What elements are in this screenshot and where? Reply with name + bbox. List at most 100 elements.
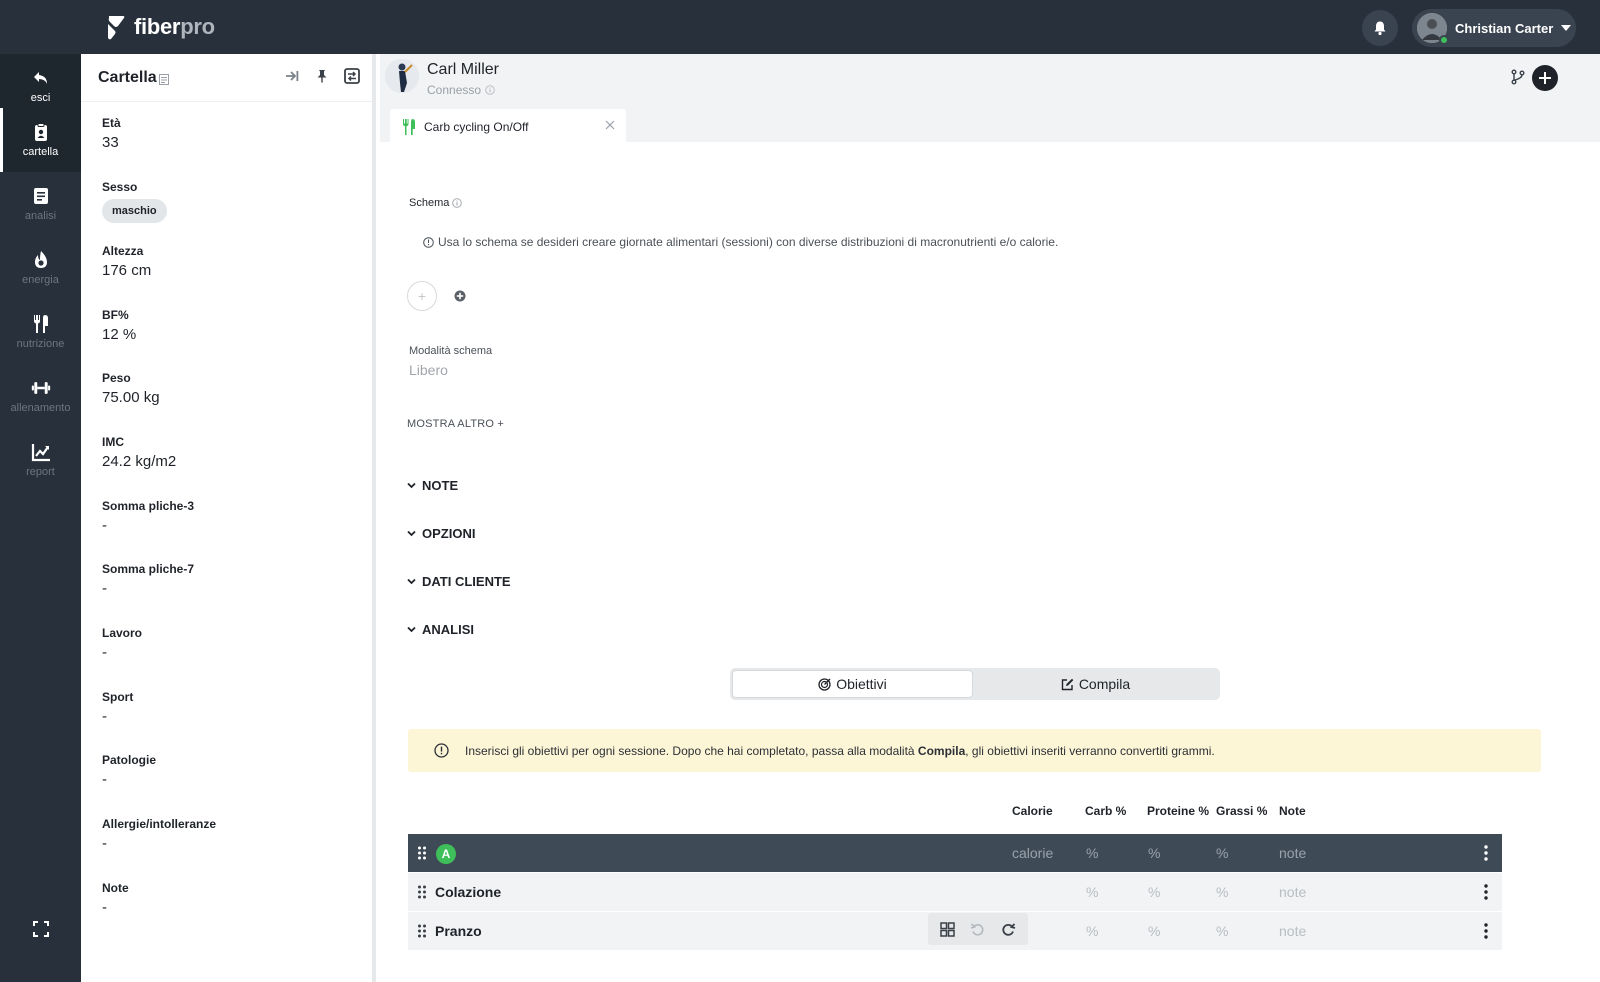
drag-handle-icon[interactable]: [417, 846, 427, 860]
session-protein-input[interactable]: %: [1148, 845, 1160, 861]
field-value: 176 cm: [102, 262, 152, 279]
chevron-down-icon: [407, 482, 416, 489]
add-session-button[interactable]: +: [407, 281, 437, 311]
goals-alert: Inserisci gli obiettivi per ogni session…: [408, 729, 1541, 772]
nav-item-report[interactable]: report: [0, 428, 81, 492]
goals-mode-button[interactable]: Obiettivi: [732, 670, 973, 698]
close-icon[interactable]: [604, 119, 616, 131]
drag-handle-icon[interactable]: [417, 885, 427, 899]
section-note[interactable]: NOTE: [407, 478, 458, 493]
alert-text-before: Inserisci gli obiettivi per ogni session…: [465, 743, 918, 758]
main-workspace: Carl Miller Connesso Carb cycling On/Off…: [380, 54, 1600, 982]
meal-note-input[interactable]: note: [1279, 884, 1306, 900]
sex-chip: maschio: [102, 199, 167, 223]
fullscreen-icon[interactable]: [32, 920, 50, 938]
field-label: Note: [102, 881, 129, 895]
show-more-link[interactable]: MOSTRA ALTRO +: [407, 418, 504, 430]
notifications-button[interactable]: [1362, 10, 1398, 46]
col-protein: Proteine %: [1147, 804, 1210, 818]
branch-icon[interactable]: [1510, 69, 1526, 85]
info-icon[interactable]: [452, 198, 463, 208]
session-row[interactable]: A calorie % % % note: [408, 834, 1502, 872]
col-note: Note: [1279, 804, 1306, 818]
meal-carb-input[interactable]: %: [1086, 923, 1098, 939]
nav-item-energia[interactable]: energia: [0, 236, 81, 300]
field-label: Età: [102, 116, 121, 130]
collapse-panel-icon[interactable]: [284, 68, 300, 84]
field-label: Patologie: [102, 753, 157, 767]
nav-item-label: nutrizione: [16, 338, 65, 350]
record-header: Cartella: [81, 54, 372, 102]
fill-mode-button[interactable]: Compila: [973, 670, 1218, 698]
swap-settings-icon[interactable]: [344, 68, 360, 84]
field-bodyfat: BF% 12 %: [102, 308, 136, 343]
user-menu[interactable]: Christian Carter: [1412, 9, 1576, 47]
reply-arrow-icon: [33, 72, 47, 84]
field-value: -: [102, 771, 107, 788]
more-options-icon[interactable]: [1484, 884, 1488, 900]
alert-text: Inserisci gli obiettivi per ogni session…: [465, 744, 1215, 758]
grid-icon[interactable]: [940, 921, 955, 937]
chevron-down-icon: [407, 626, 416, 633]
document-small-icon[interactable]: [158, 74, 169, 85]
info-icon[interactable]: [485, 85, 495, 95]
field-label: Lavoro: [102, 626, 143, 640]
meal-row-colazione[interactable]: Colazione % % % note: [408, 873, 1502, 911]
schema-label: Schema: [409, 197, 463, 209]
field-value: 33: [102, 134, 119, 151]
pin-icon[interactable]: [314, 68, 330, 84]
nav-item-allenamento[interactable]: allenamento: [0, 364, 81, 428]
tab-carb-cycling[interactable]: Carb cycling On/Off: [390, 109, 626, 144]
nav-item-analisi[interactable]: analisi: [0, 172, 81, 236]
brand-name-bold: fiber: [134, 14, 181, 39]
section-analysis[interactable]: ANALISI: [407, 622, 474, 637]
client-status: Connesso: [427, 83, 495, 97]
section-options[interactable]: OPZIONI: [407, 526, 475, 541]
client-record-panel: Cartella Età 33 Sesso maschio Altezza 17…: [81, 54, 376, 982]
meal-note-input[interactable]: note: [1279, 923, 1306, 939]
session-note-input[interactable]: note: [1279, 845, 1306, 861]
add-circle-icon[interactable]: [454, 290, 466, 302]
nav-item-label: analisi: [24, 210, 57, 222]
record-title: Cartella: [98, 68, 157, 86]
drag-handle-icon[interactable]: [417, 924, 427, 938]
section-title: ANALISI: [422, 622, 474, 637]
field-label: Somma pliche-3: [102, 499, 195, 513]
meal-carb-input[interactable]: %: [1086, 884, 1098, 900]
field-value: -: [102, 580, 107, 597]
alert-text-bold: Compila: [917, 743, 966, 758]
nav-item-cartella[interactable]: cartella: [0, 108, 81, 172]
add-button[interactable]: [1532, 65, 1558, 91]
diet-plan-content: Schema Usa lo schema se desideri creare …: [380, 142, 1600, 982]
more-options-icon[interactable]: [1484, 923, 1488, 939]
caret-down-icon: [1561, 25, 1572, 31]
redo-icon[interactable]: [1001, 922, 1016, 937]
field-notes: Note -: [102, 881, 129, 916]
field-weight: Peso 75.00 kg: [102, 371, 160, 406]
more-options-icon[interactable]: [1484, 845, 1488, 861]
nav-item-label: cartella: [22, 146, 59, 158]
field-allergies: Allergie/intolleranze -: [102, 817, 216, 852]
undo-icon[interactable]: [970, 922, 985, 937]
brand-logo[interactable]: fiberpro: [106, 12, 215, 42]
meal-fat-input[interactable]: %: [1216, 923, 1228, 939]
flame-icon: [34, 251, 47, 268]
edit-icon: [1061, 678, 1074, 690]
session-fat-input[interactable]: %: [1216, 845, 1228, 861]
field-label: Sport: [102, 690, 134, 704]
meal-protein-input[interactable]: %: [1148, 923, 1160, 939]
section-client-data[interactable]: DATI CLIENTE: [407, 574, 511, 589]
field-label: Allergie/intolleranze: [102, 817, 217, 831]
nav-item-nutrizione[interactable]: nutrizione: [0, 300, 81, 364]
field-label: BF%: [102, 308, 129, 322]
meal-protein-input[interactable]: %: [1148, 884, 1160, 900]
client-avatar[interactable]: [385, 59, 419, 93]
nav-exit-label: esci: [30, 92, 51, 104]
clipboard-user-icon: [34, 123, 47, 141]
session-carb-input[interactable]: %: [1086, 845, 1098, 861]
goals-mode-label: Obiettivi: [836, 676, 887, 692]
schema-mode-select[interactable]: Libero: [409, 362, 448, 378]
session-calories-input[interactable]: calorie: [1012, 845, 1053, 861]
meal-fat-input[interactable]: %: [1216, 884, 1228, 900]
fill-mode-label: Compila: [1078, 676, 1131, 692]
